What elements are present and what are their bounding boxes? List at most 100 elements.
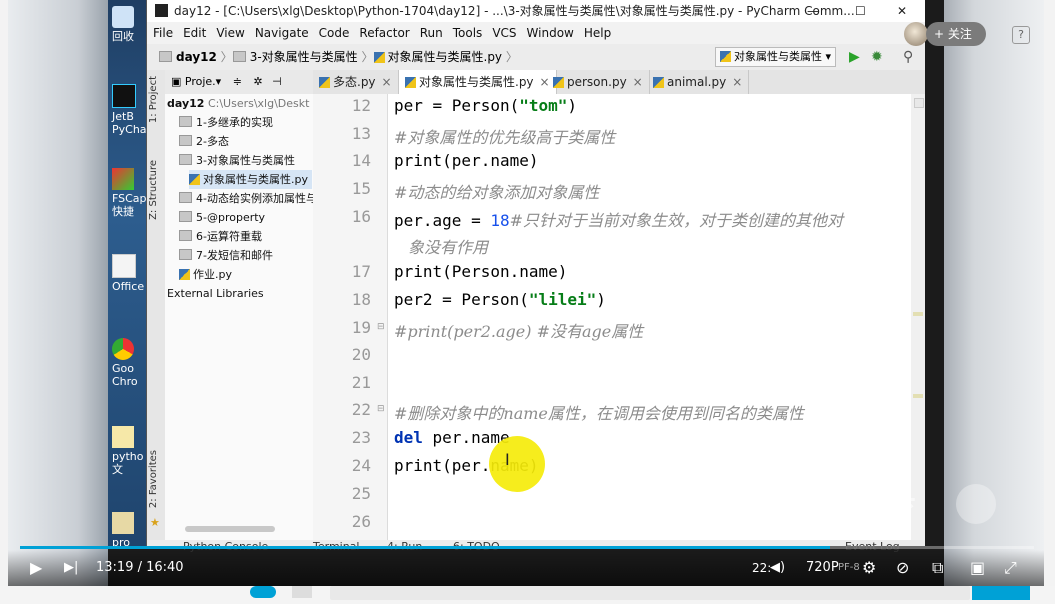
- navigation-bar: day12 〉 3-对象属性与类属性 〉对象属性与类属性.py 〉 对象属性与类属…: [147, 44, 925, 71]
- tree-item[interactable]: 4-动态给实例添加属性与方: [179, 189, 313, 208]
- close-tab-icon[interactable]: ×: [382, 75, 392, 89]
- maximize-icon[interactable]: ☐: [855, 0, 866, 22]
- python-file-icon: [405, 77, 416, 88]
- desktop-icon-python-doc: pytho 文: [112, 426, 144, 476]
- menu-navigate[interactable]: Navigate: [255, 26, 309, 40]
- tree-scrollbar[interactable]: [185, 526, 275, 532]
- menu-code[interactable]: Code: [319, 26, 350, 40]
- line-number: 22: [351, 400, 371, 419]
- widescreen-icon[interactable]: ▣: [970, 550, 985, 586]
- python-file-icon: [553, 77, 564, 88]
- breadcrumb-folder[interactable]: 3-对象属性与类属性: [250, 50, 358, 64]
- minimize-icon[interactable]: —: [807, 0, 819, 22]
- tree-item-selected[interactable]: 对象属性与类属性.py: [189, 170, 312, 189]
- tree-external-libraries[interactable]: External Libraries: [167, 284, 264, 303]
- mouse-highlight: [489, 436, 545, 492]
- run-icon[interactable]: ▶: [849, 44, 860, 70]
- watermark: 千锋教育: [796, 494, 916, 529]
- line-number-gutter: 12 13 14 15 16 17 18 19 20 21 22 23 24 2…: [313, 94, 388, 540]
- line-number: 23: [351, 428, 371, 447]
- scroll-marker: [913, 394, 923, 398]
- text-cursor-icon: I: [505, 450, 510, 469]
- code-line: per = Person("tom"): [394, 96, 578, 115]
- tree-item[interactable]: 5-@property: [179, 208, 265, 227]
- tab-object-class-attrs[interactable]: 对象属性与类属性.py ×: [399, 70, 557, 94]
- fold-icon[interactable]: ⊟: [377, 404, 385, 414]
- tab-polymorphism[interactable]: 多态.py ×: [313, 70, 399, 94]
- play-icon[interactable]: ▶: [30, 550, 42, 586]
- collapse-icon[interactable]: ≑: [233, 75, 242, 88]
- tree-item[interactable]: 3-对象属性与类属性: [179, 151, 295, 170]
- desktop-icon-chrome: Goo Chro: [112, 338, 142, 388]
- code-editor[interactable]: per = Person("tom") #对象属性的优先级高于类属性 print…: [388, 94, 916, 540]
- tool-window-favorites[interactable]: 2: Favorites: [148, 450, 159, 508]
- tree-item[interactable]: 作业.py: [179, 265, 232, 284]
- gear-icon[interactable]: ✲: [253, 75, 262, 88]
- menu-refactor[interactable]: Refactor: [359, 26, 409, 40]
- breadcrumb-file[interactable]: 对象属性与类属性.py: [388, 50, 503, 64]
- tool-window-structure[interactable]: Z: Structure: [148, 160, 159, 220]
- tree-item[interactable]: 7-发短信和邮件: [179, 246, 273, 265]
- danmaku-settings-icon[interactable]: [292, 586, 312, 598]
- debug-icon[interactable]: ✹: [871, 44, 883, 70]
- desktop-icon-recycle: 回收: [112, 6, 142, 43]
- danmaku-input[interactable]: [330, 586, 970, 600]
- tree-item[interactable]: 1-多继承的实现: [179, 113, 273, 132]
- hide-panel-icon[interactable]: ⊣: [272, 75, 282, 88]
- clock-fragment-2: PF-8: [838, 562, 860, 573]
- search-icon[interactable]: ⚲: [903, 44, 913, 70]
- follow-button[interactable]: + 关注: [926, 22, 986, 46]
- tree-item[interactable]: 6-运算符重载: [179, 227, 262, 246]
- close-icon[interactable]: ✕: [897, 0, 907, 22]
- folder-icon: [179, 249, 192, 260]
- pip-icon[interactable]: ⧉: [932, 550, 943, 586]
- menu-file[interactable]: File: [153, 26, 173, 40]
- run-config-select[interactable]: 对象属性与类属性 ▾: [715, 47, 837, 67]
- avatar[interactable]: [904, 22, 928, 46]
- code-line: #print(per2.age) #没有age属性: [394, 322, 644, 341]
- line-number: 16: [351, 207, 371, 226]
- tab-person[interactable]: person.py ×: [547, 70, 650, 94]
- breadcrumb-root[interactable]: day12: [176, 50, 217, 64]
- line-number: 24: [351, 456, 371, 475]
- tree-item[interactable]: 2-多态: [179, 132, 229, 151]
- menu-view[interactable]: View: [216, 26, 244, 40]
- project-view-select[interactable]: Proje.▾: [185, 75, 221, 88]
- menu-help[interactable]: Help: [584, 26, 611, 40]
- windows-desktop-strip: 回收 JetB PyCha FSCap 快捷 Office Goo Chro p…: [108, 0, 147, 549]
- python-file-icon: [179, 269, 190, 280]
- toggle-switch[interactable]: [250, 586, 276, 598]
- desktop-icon-office: Office: [112, 254, 144, 293]
- line-number: 13: [351, 124, 371, 143]
- tab-animal[interactable]: animal.py ×: [647, 70, 750, 94]
- quality-button[interactable]: 720P: [806, 550, 839, 586]
- menu-vcs[interactable]: VCS: [492, 26, 516, 40]
- close-tab-icon[interactable]: ×: [633, 75, 643, 89]
- menu-window[interactable]: Window: [527, 26, 574, 40]
- star-icon: ★: [150, 516, 160, 529]
- fold-icon[interactable]: ⊟: [377, 322, 385, 332]
- close-tab-icon[interactable]: ×: [732, 75, 742, 89]
- folder-icon: [179, 230, 192, 241]
- settings-icon[interactable]: ⚙: [862, 550, 876, 586]
- line-number: 14: [351, 151, 371, 170]
- editor-scrollbar[interactable]: [911, 94, 925, 540]
- volume-icon[interactable]: ◀): [770, 550, 785, 586]
- desktop-icon-jetbrains: JetB PyCha: [112, 84, 147, 136]
- menu-tools[interactable]: Tools: [453, 26, 483, 40]
- python-file-icon: [720, 51, 731, 62]
- python-file-icon: [653, 77, 664, 88]
- folder-icon: [232, 51, 246, 62]
- tool-window-project[interactable]: 1: Project: [148, 76, 159, 123]
- danmaku-off-icon[interactable]: ⊘: [896, 550, 909, 586]
- time-display: 13:19 / 16:40: [96, 560, 184, 575]
- tree-root[interactable]: day12 C:\Users\xlg\Deskt: [167, 94, 309, 113]
- help-icon[interactable]: ?: [1012, 26, 1030, 44]
- breadcrumb-separator: 〉: [220, 50, 233, 64]
- menu-run[interactable]: Run: [420, 26, 443, 40]
- send-button[interactable]: [972, 586, 1030, 600]
- next-icon[interactable]: ▶|: [64, 550, 78, 586]
- video-player[interactable]: 回收 JetB PyCha FSCap 快捷 Office Goo Chro p…: [8, 0, 1044, 586]
- fullscreen-icon[interactable]: ⤢: [1004, 550, 1017, 586]
- menu-edit[interactable]: Edit: [183, 26, 206, 40]
